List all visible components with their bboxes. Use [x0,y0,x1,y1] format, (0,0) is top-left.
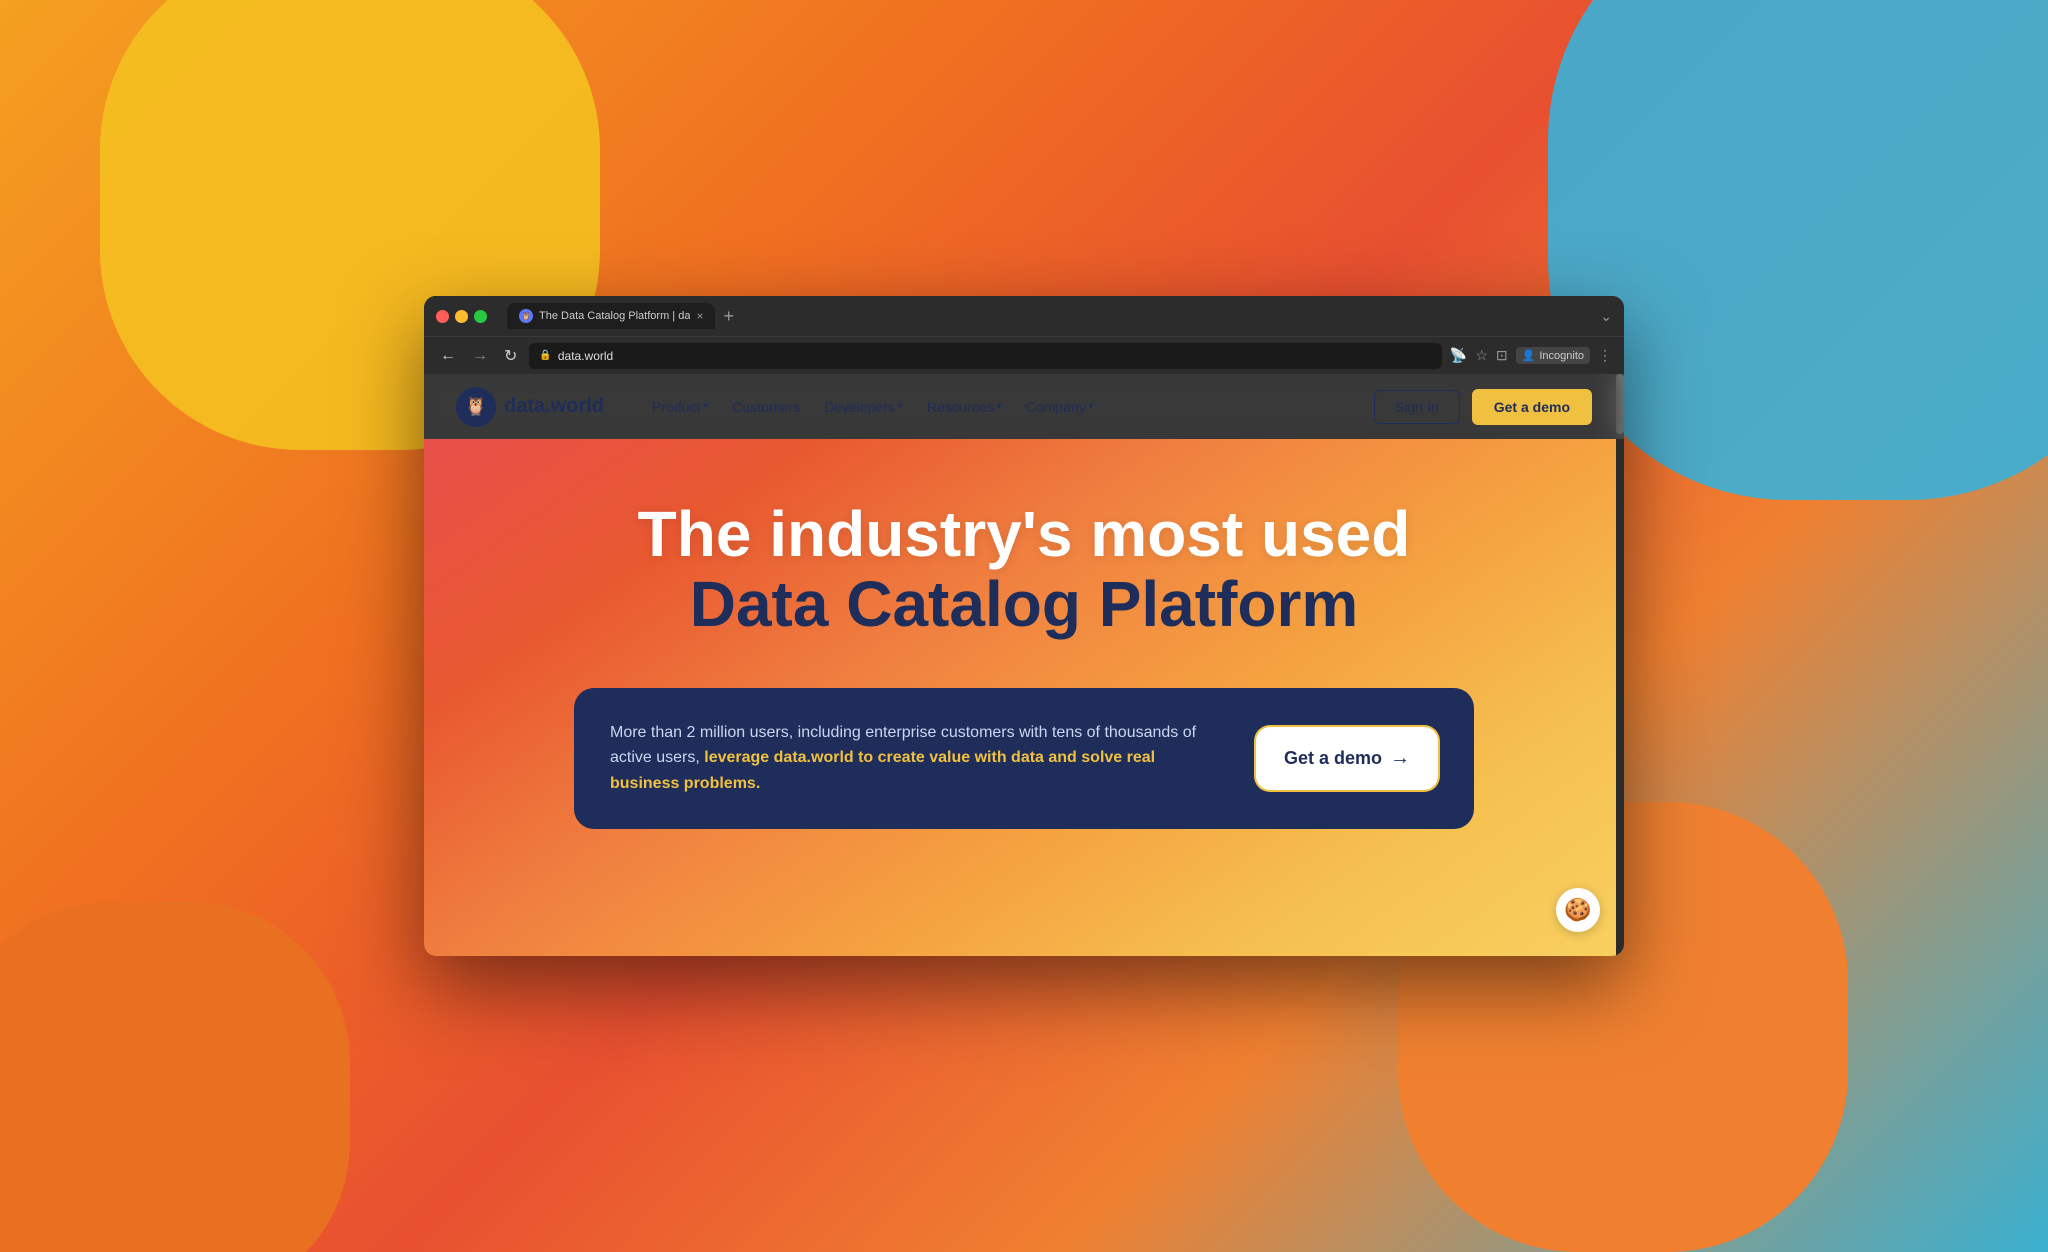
lock-icon: 🔒 [539,350,551,361]
nav-company-label: Company [1026,399,1086,415]
info-card: More than 2 million users, including ent… [574,688,1474,829]
hero-title-line2: Data Catalog Platform [690,569,1359,639]
reading-mode-icon[interactable]: ⊡ [1496,347,1508,364]
cast-icon[interactable]: 📡 [1450,347,1467,364]
tab-favicon: 🦉 [519,309,533,323]
logo-icon: 🦉 [456,387,496,427]
forward-button[interactable]: → [468,345,492,367]
get-demo-button[interactable]: Get a demo [1472,389,1592,425]
nav-company[interactable]: Company ▾ [1026,399,1094,415]
more-options-icon[interactable]: ⋮ [1598,347,1612,364]
browser-toolbar-actions: 📡 ☆ ⊡ 👤 Incognito ⋮ [1450,347,1612,364]
browser-title-bar: 🦉 The Data Catalog Platform | da × + ⌄ [424,296,1624,336]
nav-product[interactable]: Product ▾ [652,399,708,415]
browser-tab[interactable]: 🦉 The Data Catalog Platform | da × [507,303,715,329]
website-content: 🦉 data.world Product ▾ Customers Develop… [424,374,1624,956]
bookmark-icon[interactable]: ☆ [1475,347,1488,364]
signin-button[interactable]: Sign In [1374,390,1460,424]
browser-window: 🦉 The Data Catalog Platform | da × + ⌄ ←… [424,296,1624,956]
nav-customers-label: Customers [732,399,800,415]
demo-card-button[interactable]: Get a demo → [1256,727,1438,790]
company-dropdown-icon: ▾ [1089,401,1094,412]
maximize-button[interactable] [474,310,487,323]
address-bar: ← → ↻ 🔒 data.world 📡 ☆ ⊡ 👤 Incognito ⋮ [424,336,1624,374]
cookie-icon: 🍪 [1564,897,1591,923]
incognito-badge: 👤 Incognito [1516,347,1590,364]
nav-product-label: Product [652,399,700,415]
developers-dropdown-icon: ▾ [898,401,903,412]
tab-close-icon[interactable]: × [696,309,703,323]
demo-card-label: Get a demo [1284,748,1382,769]
url-bar[interactable]: 🔒 data.world [529,343,1442,369]
url-text: data.world [558,349,613,363]
tab-chevron-icon[interactable]: ⌄ [1600,308,1612,325]
nav-resources[interactable]: Resources ▾ [927,399,1002,415]
nav-links: Product ▾ Customers Developers ▾ Resourc… [652,399,1094,415]
nav-developers[interactable]: Developers ▾ [824,399,903,415]
cookie-consent-button[interactable]: 🍪 [1556,888,1600,932]
hero-title-line1: The industry's most used [638,499,1411,569]
logo-text: data.world [504,395,604,418]
tab-title: The Data Catalog Platform | da [539,310,690,322]
nav-developers-label: Developers [824,399,895,415]
product-dropdown-icon: ▾ [703,401,708,412]
tab-bar: 🦉 The Data Catalog Platform | da × + [507,303,1592,329]
back-button[interactable]: ← [436,345,460,367]
scrollbar[interactable] [1616,374,1624,956]
info-text: More than 2 million users, including ent… [610,720,1216,797]
demo-card-arrow-icon: → [1390,747,1410,770]
site-navbar: 🦉 data.world Product ▾ Customers Develop… [424,374,1624,439]
hero-section: The industry's most used Data Catalog Pl… [424,439,1624,956]
resources-dropdown-icon: ▾ [997,401,1002,412]
minimize-button[interactable] [455,310,468,323]
site-logo[interactable]: 🦉 data.world [456,387,604,427]
reload-button[interactable]: ↻ [500,344,521,368]
new-tab-button[interactable]: + [723,306,734,327]
close-button[interactable] [436,310,449,323]
nav-actions: Sign In Get a demo [1374,389,1592,425]
nav-resources-label: Resources [927,399,994,415]
incognito-label: Incognito [1539,350,1584,362]
nav-customers[interactable]: Customers [732,399,800,415]
incognito-icon: 👤 [1522,349,1536,362]
traffic-lights [436,310,487,323]
